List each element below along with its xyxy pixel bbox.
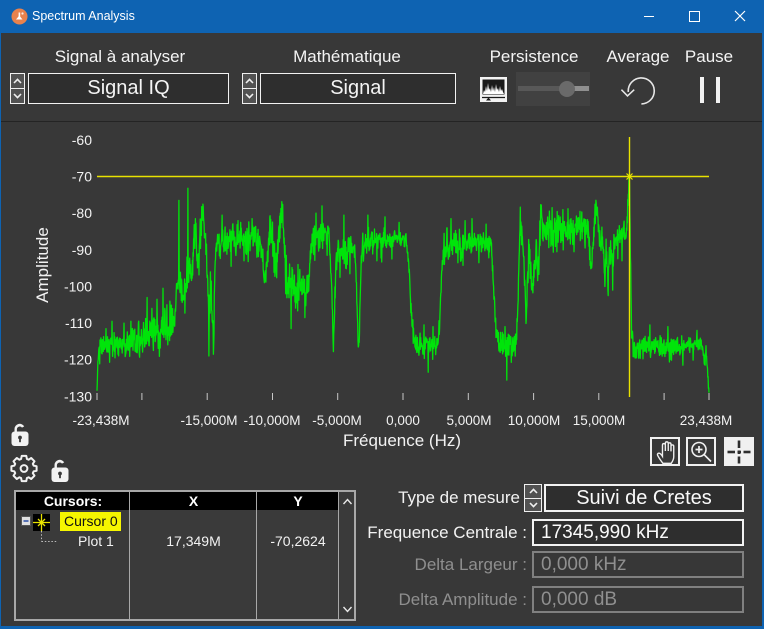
svg-text:15,000M: 15,000M bbox=[573, 413, 626, 428]
svg-text:-130: -130 bbox=[64, 388, 92, 404]
svg-text:23,438M: 23,438M bbox=[680, 413, 733, 428]
svg-text:-120: -120 bbox=[64, 352, 92, 368]
svg-text:-110: -110 bbox=[65, 315, 92, 331]
svg-text:-23,438M: -23,438M bbox=[72, 413, 129, 428]
svg-text:0,000: 0,000 bbox=[386, 413, 420, 428]
svg-text:Amplitude: Amplitude bbox=[33, 227, 52, 303]
svg-text:-15,000M: -15,000M bbox=[180, 413, 237, 428]
svg-text:-60: -60 bbox=[72, 132, 92, 148]
svg-text:-70: -70 bbox=[72, 169, 92, 185]
svg-text:-5,000M: -5,000M bbox=[312, 413, 362, 428]
svg-text:5,000M: 5,000M bbox=[446, 413, 491, 428]
svg-text:10,000M: 10,000M bbox=[508, 413, 561, 428]
svg-text:-100: -100 bbox=[64, 279, 92, 295]
svg-text:-80: -80 bbox=[72, 205, 92, 221]
svg-text:-10,000M: -10,000M bbox=[243, 413, 300, 428]
svg-text:-90: -90 bbox=[72, 242, 92, 258]
svg-text:Fréquence (Hz): Fréquence (Hz) bbox=[343, 431, 461, 450]
